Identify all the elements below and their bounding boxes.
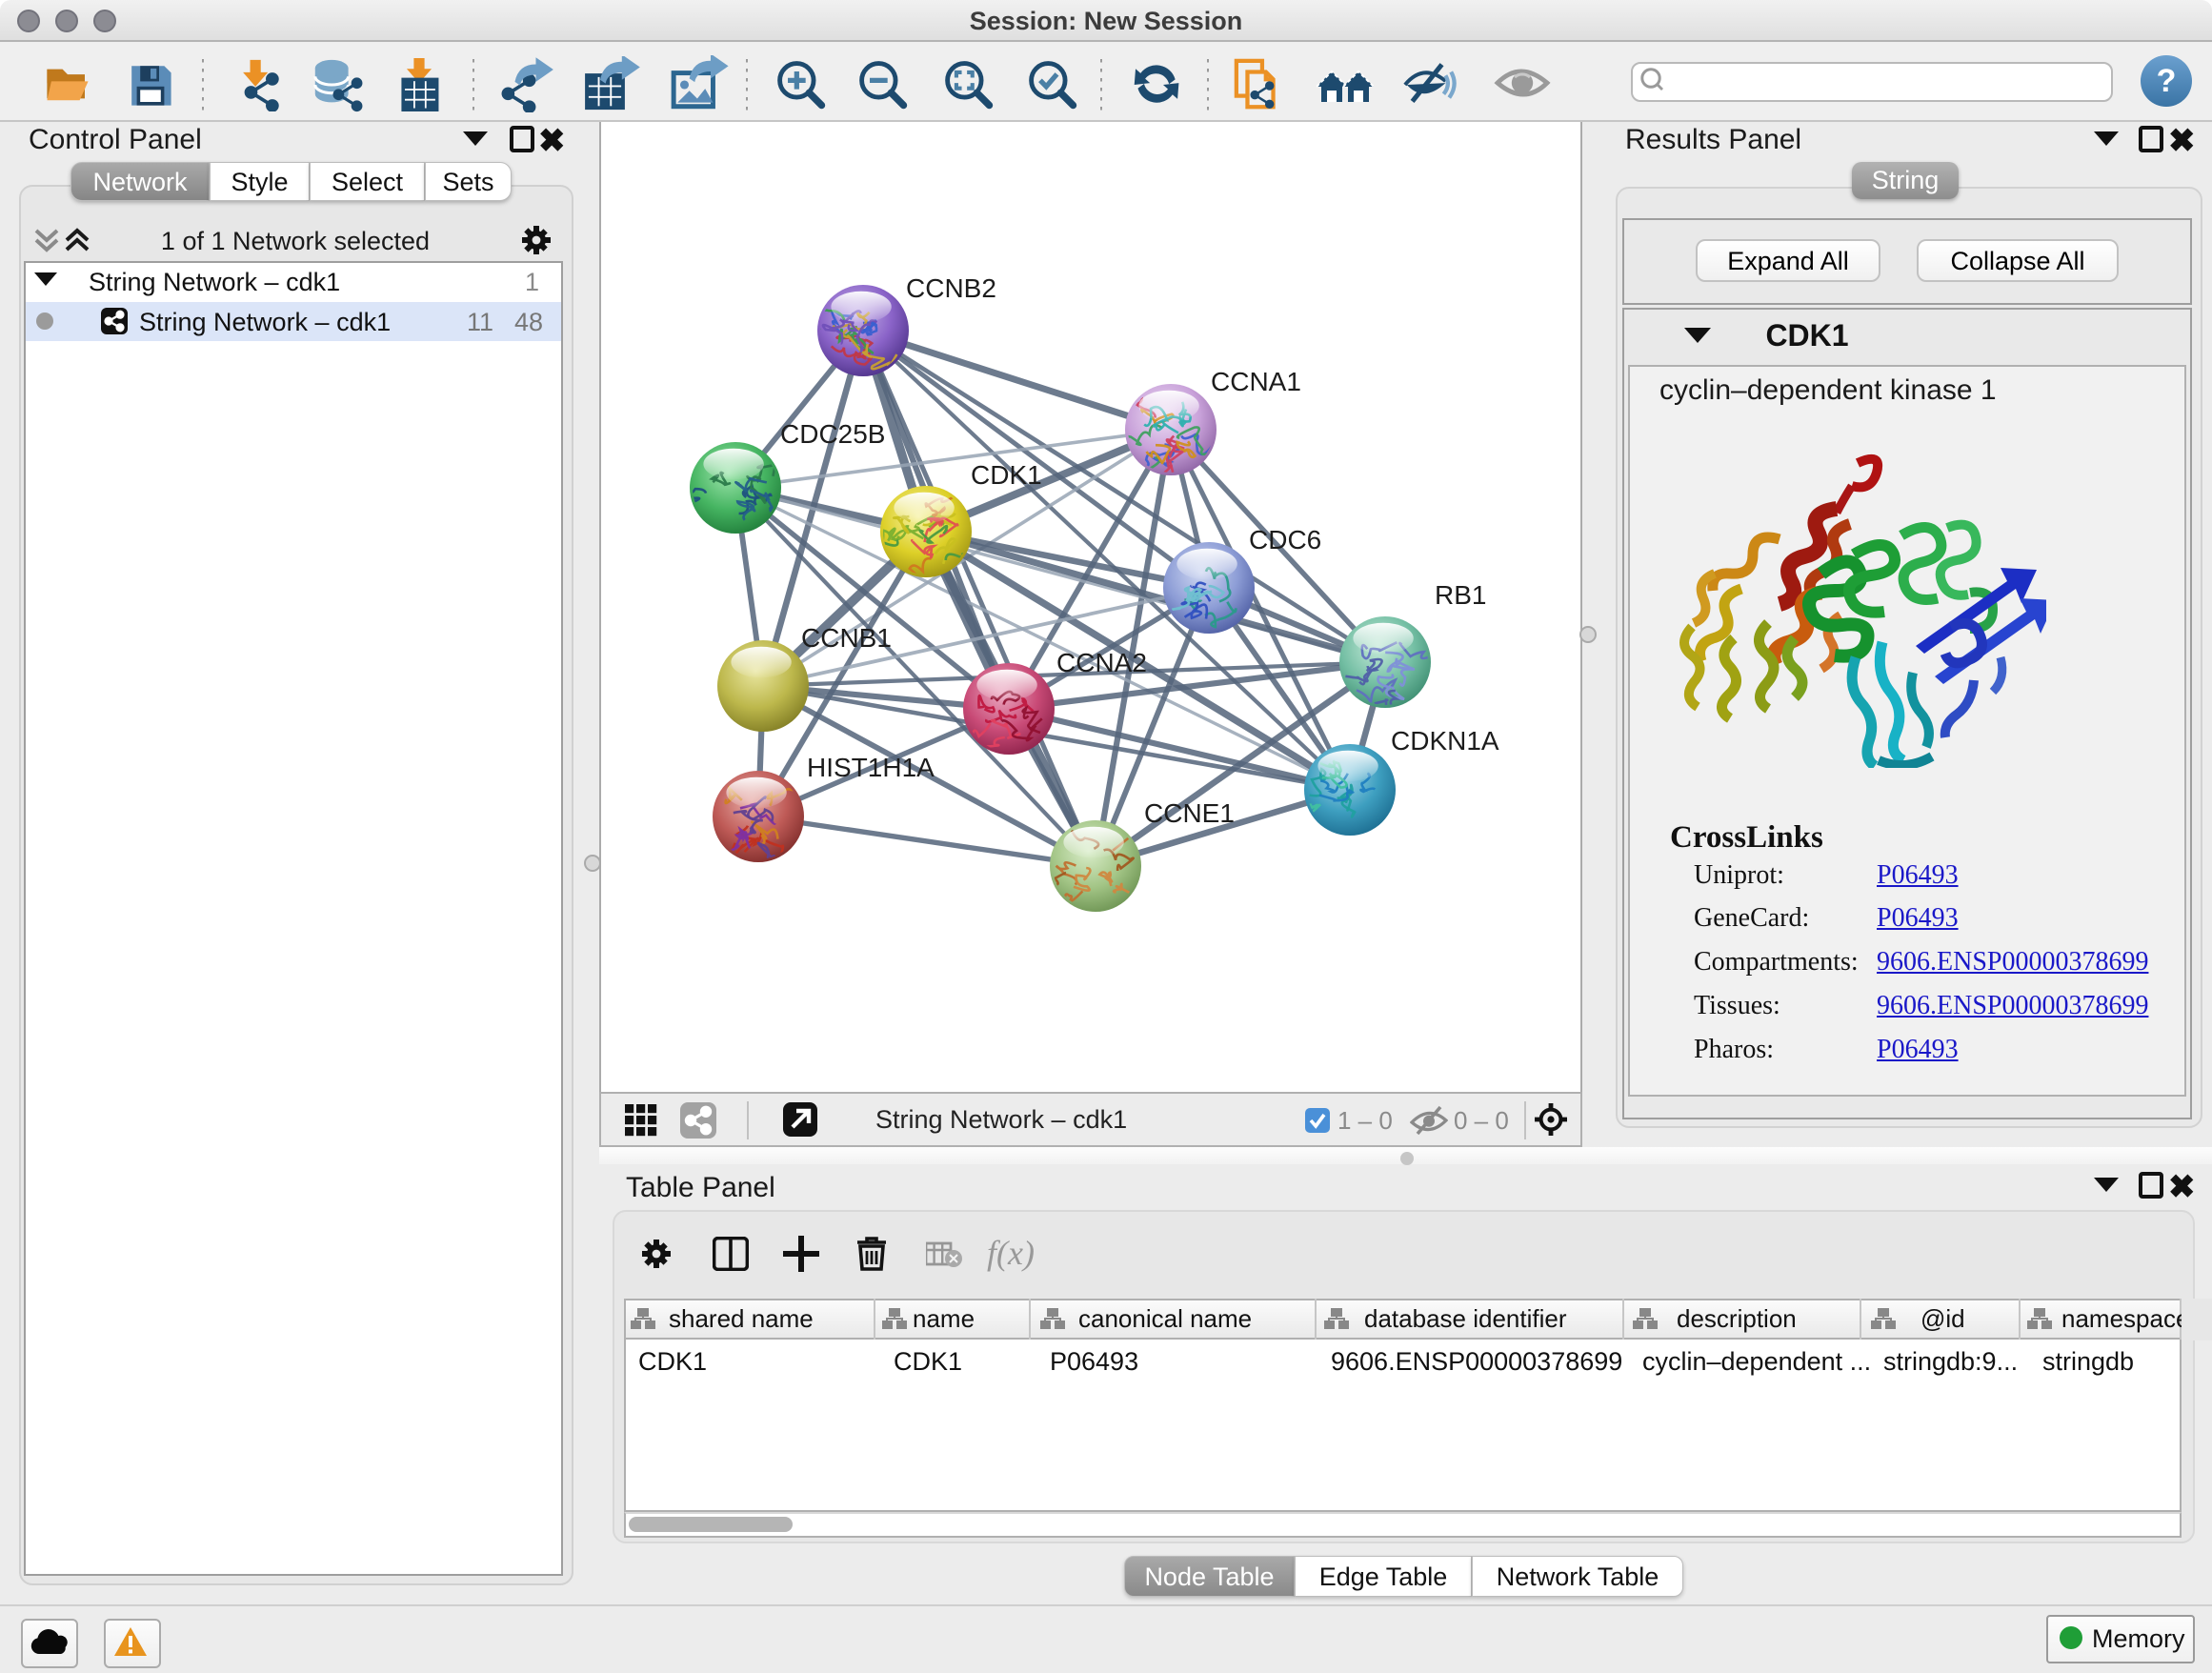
svg-text:CCNA1: CCNA1 [1211,367,1301,396]
svg-text:CDK1: CDK1 [971,460,1042,490]
svg-text:HIST1H1A: HIST1H1A [807,753,935,782]
svg-text:CCNB1: CCNB1 [801,623,892,653]
svg-text:CCNE1: CCNE1 [1144,798,1235,828]
svg-text:RB1: RB1 [1435,580,1486,610]
svg-text:CDKN1A: CDKN1A [1391,726,1499,756]
svg-text:CDC6: CDC6 [1249,525,1321,554]
svg-text:CCNA2: CCNA2 [1056,648,1147,677]
svg-text:CDC25B: CDC25B [780,419,885,449]
svg-text:CCNB2: CCNB2 [906,273,996,303]
